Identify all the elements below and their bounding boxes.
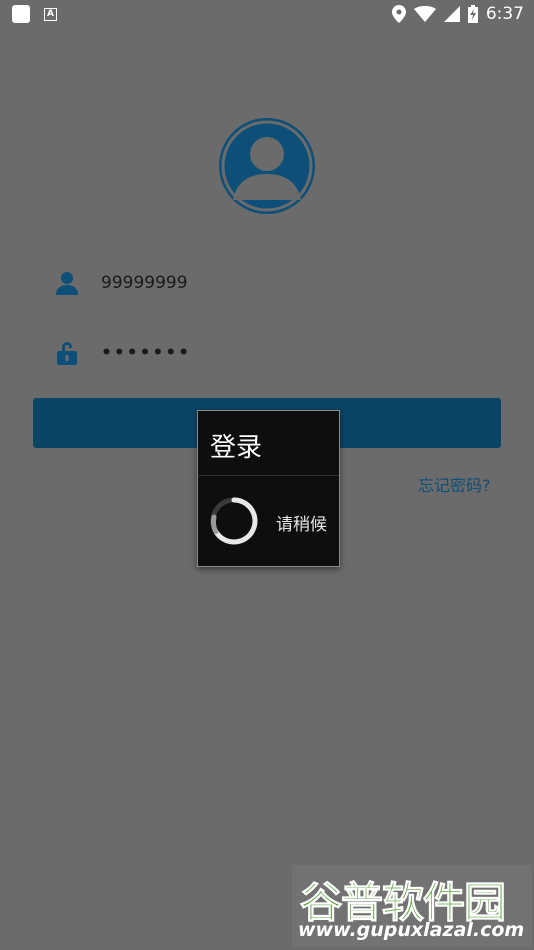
status-left: A xyxy=(0,5,57,23)
password-field[interactable]: ••••••• xyxy=(101,343,191,363)
avatar-person-icon xyxy=(221,120,313,212)
username-field[interactable]: 99999999 xyxy=(101,273,188,293)
location-icon xyxy=(391,5,406,23)
dialog-divider xyxy=(198,475,339,476)
username-row[interactable]: 99999999 xyxy=(55,268,188,298)
battery-icon xyxy=(467,5,478,23)
dialog-message: 请稍候 xyxy=(276,515,327,535)
password-row[interactable]: ••••••• xyxy=(55,338,191,368)
progress-dialog: 登录 请稍候 xyxy=(197,410,340,567)
status-bar: A 6:37 xyxy=(0,0,534,28)
a-notification-icon: A xyxy=(44,7,57,21)
signal-icon xyxy=(443,6,460,22)
user-icon xyxy=(55,268,79,298)
lock-icon xyxy=(55,338,79,368)
watermark-url: www.gupuxlazal.com xyxy=(298,919,525,941)
status-time: 6:37 xyxy=(485,4,524,24)
forgot-password-link[interactable]: 忘记密码? xyxy=(418,472,491,496)
loading-spinner-icon xyxy=(210,497,258,545)
app-notification-icon xyxy=(12,5,30,23)
wifi-icon xyxy=(413,6,436,22)
user-avatar xyxy=(219,118,315,214)
status-right: 6:37 xyxy=(391,4,534,24)
watermark: 谷普软件园 www.gupuxlazal.com xyxy=(292,865,532,947)
dialog-title: 登录 xyxy=(210,433,263,463)
